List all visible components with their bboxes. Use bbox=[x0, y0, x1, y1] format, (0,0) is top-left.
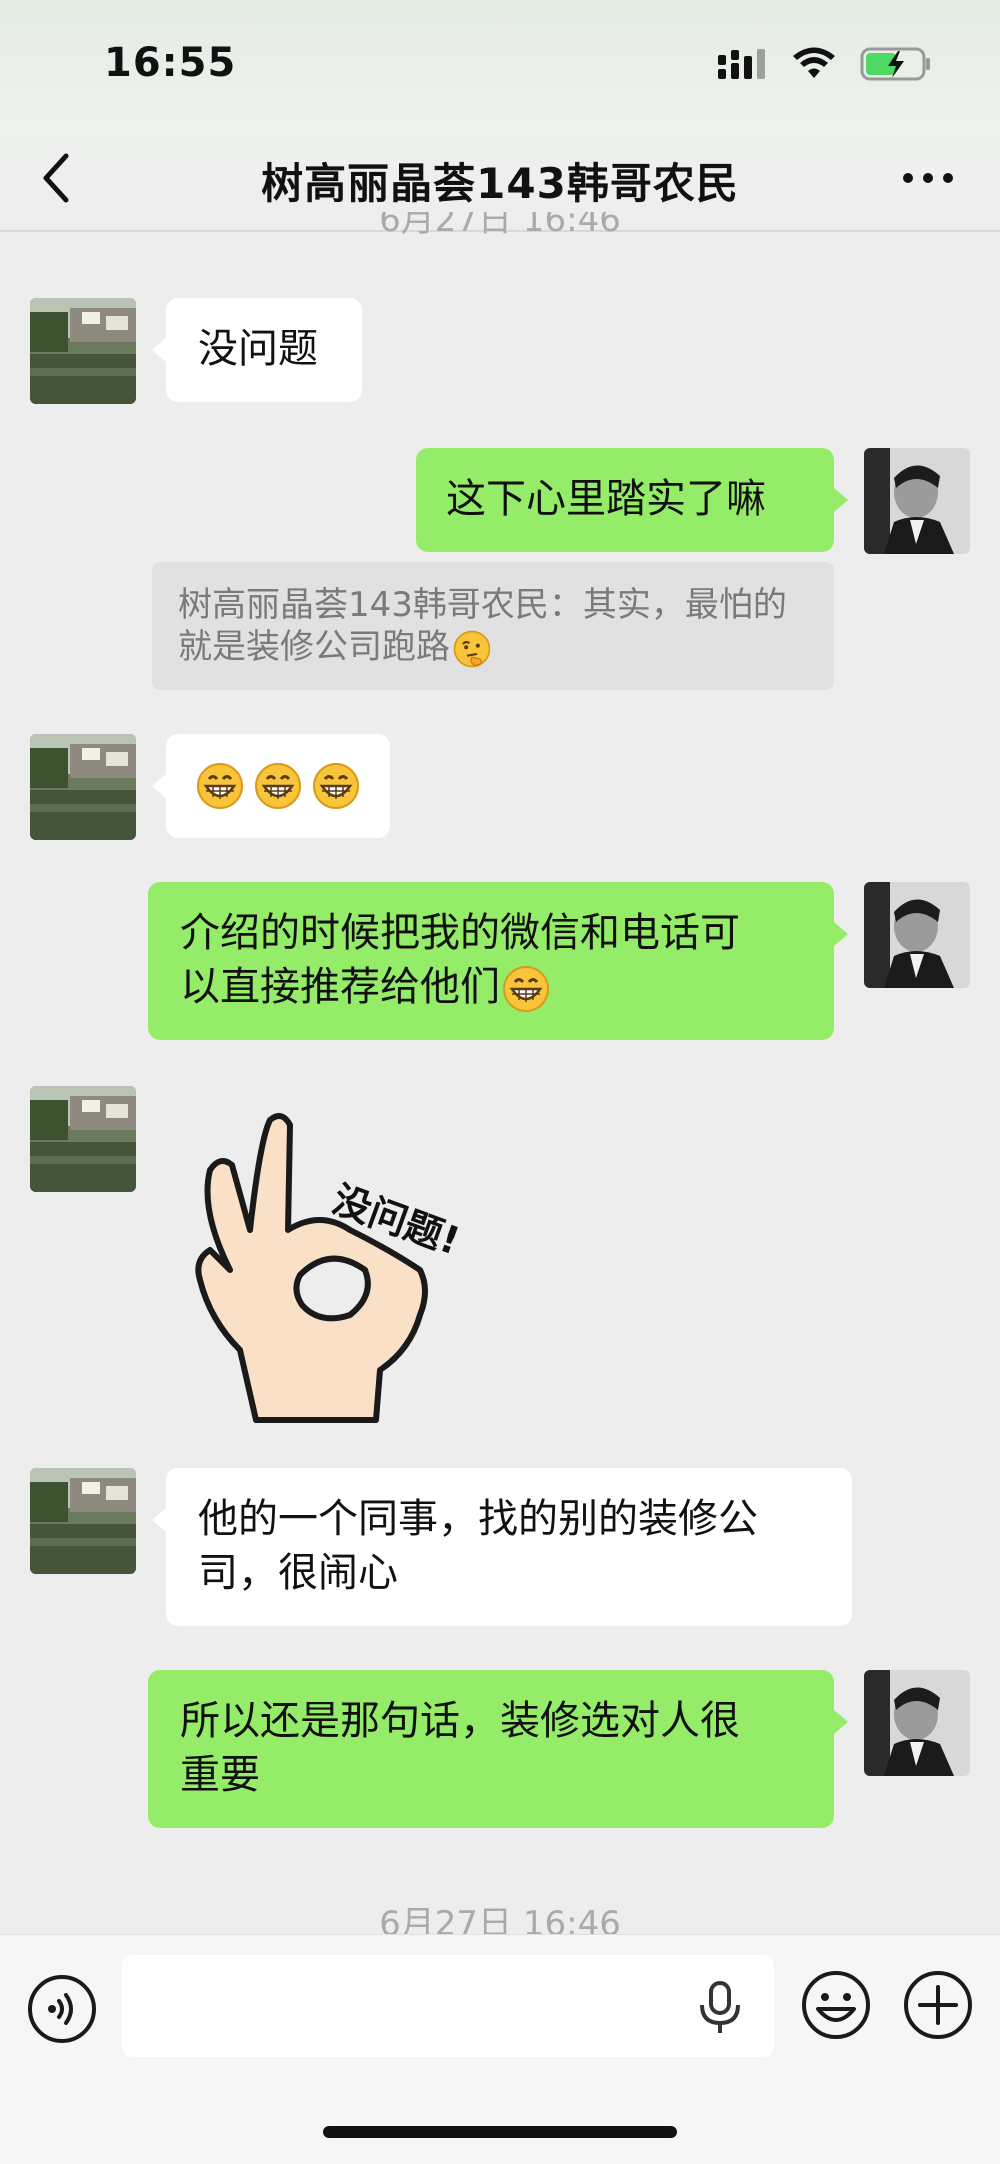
avatar-portrait-image bbox=[864, 882, 970, 988]
signal-icon bbox=[718, 49, 765, 79]
message-bubble-incoming[interactable]: 他的一个同事，找的别的装修公 司，很闹心 bbox=[152, 1468, 852, 1626]
chat-title: 树高丽晶荟143韩哥农民 bbox=[261, 159, 739, 208]
message-bubble-outgoing[interactable]: 这下心里踏实了嘛 bbox=[416, 448, 848, 552]
top-area: 16:55 树高丽晶荟143韩哥农民 bbox=[0, 0, 1000, 232]
ok-hand-sticker[interactable]: 没问题! bbox=[180, 1100, 480, 1430]
my-avatar[interactable] bbox=[864, 1670, 970, 1776]
message-line: 以直接推荐给他们 bbox=[180, 960, 740, 1014]
my-avatar[interactable] bbox=[864, 882, 970, 988]
grinning-face-icon bbox=[255, 763, 301, 809]
message-bubble-outgoing[interactable]: 所以还是那句话，装修选对人很 重要 bbox=[148, 1670, 848, 1828]
quoted-message[interactable]: 树高丽晶荟143韩哥农民：其实，最怕的就是装修公司跑路 bbox=[152, 562, 834, 690]
status-icons bbox=[716, 44, 932, 84]
avatar-landscape-image bbox=[30, 734, 136, 840]
message-bubble-incoming[interactable] bbox=[152, 734, 390, 838]
avatar-landscape-image bbox=[30, 298, 136, 404]
message-bubble-outgoing[interactable]: 介绍的时候把我的微信和电话可 以直接推荐给他们 bbox=[148, 882, 848, 1040]
wifi-icon bbox=[793, 47, 835, 78]
message-text: 没问题 bbox=[198, 326, 318, 372]
message-line: 所以还是那句话，装修选对人很 bbox=[180, 1698, 740, 1744]
message-input[interactable] bbox=[122, 1955, 774, 2057]
voice-icon[interactable] bbox=[26, 1973, 98, 2045]
message-line: 重要 bbox=[180, 1752, 260, 1798]
avatar-portrait-image bbox=[864, 448, 970, 554]
message-text: 他的一个同事，找的别的装修公 司，很闹心 bbox=[198, 1492, 758, 1600]
grinning-face-icon bbox=[313, 763, 359, 809]
more-dots-icon[interactable] bbox=[900, 160, 956, 196]
emoji-row bbox=[196, 762, 366, 810]
my-avatar[interactable] bbox=[864, 448, 970, 554]
avatar-landscape-image bbox=[30, 1468, 136, 1574]
contact-avatar[interactable] bbox=[30, 734, 136, 840]
message-line: 他的一个同事，找的别的装修公 bbox=[198, 1496, 758, 1542]
emoji-icon[interactable] bbox=[800, 1969, 872, 2041]
avatar-landscape-image bbox=[30, 1086, 136, 1192]
message-line: 司，很闹心 bbox=[198, 1550, 398, 1596]
thinking-face-icon bbox=[453, 630, 491, 667]
timestamp-top: 6月27日 16:46 bbox=[0, 212, 1000, 242]
battery-charging-icon bbox=[860, 47, 930, 81]
microphone-icon[interactable] bbox=[692, 1977, 748, 2037]
contact-avatar[interactable] bbox=[30, 1468, 136, 1574]
grinning-face-icon bbox=[503, 966, 549, 1012]
avatar-portrait-image bbox=[864, 1670, 970, 1776]
plus-icon[interactable] bbox=[902, 1969, 974, 2041]
message-line-text: 以直接推荐给他们 bbox=[180, 964, 500, 1010]
message-line: 介绍的时候把我的微信和电话可 bbox=[180, 910, 740, 956]
contact-avatar[interactable] bbox=[30, 298, 136, 404]
message-text: 这下心里踏实了嘛 bbox=[446, 476, 766, 522]
contact-avatar[interactable] bbox=[30, 1086, 136, 1192]
message-text: 所以还是那句话，装修选对人很 重要 bbox=[180, 1694, 740, 1802]
status-time: 16:55 bbox=[104, 40, 237, 86]
timestamp-top-text: 6月27日 16:46 bbox=[379, 212, 621, 240]
grinning-face-icon bbox=[197, 763, 243, 809]
message-text: 介绍的时候把我的微信和电话可 以直接推荐给他们 bbox=[180, 906, 740, 1014]
message-bubble-incoming[interactable]: 没问题 bbox=[152, 298, 362, 402]
home-indicator bbox=[323, 2126, 677, 2138]
